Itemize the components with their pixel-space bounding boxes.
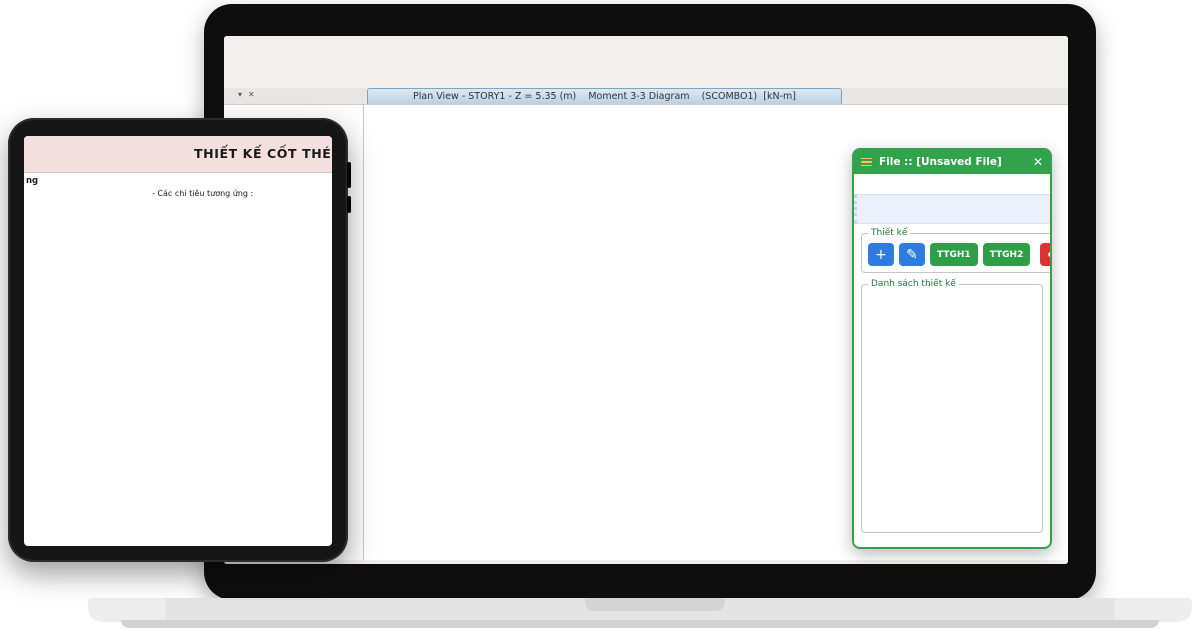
view-tab[interactable]: Plan View - STORY1 - Z = 5.35 (m) Moment… [367,88,842,104]
tablet-volume-button [347,162,351,188]
page: ▾ ✕ Plan View - STORY1 - Z = 5.35 (m) Mo… [0,0,1200,630]
panel-header-controls: ▾ ✕ [238,90,255,99]
laptop-base [88,598,1192,622]
plan-view-canvas[interactable] [350,209,780,564]
ttgh2-button[interactable]: TTGH2 [983,243,1031,266]
plugin-options [861,539,1043,541]
tablet-screen: THIẾT KẾ CỐT THÉP ng - Các chỉ tiêu tươn… [24,136,332,546]
laptop-screen: ▾ ✕ Plan View - STORY1 - Z = 5.35 (m) Mo… [224,36,1068,564]
design-group-label: Thiết kế [868,228,910,238]
laptop-base-notch [585,598,725,611]
delete-button[interactable]: × [1040,243,1052,266]
moment-diagram [350,209,780,564]
design-list [868,294,1036,300]
plugin-title-bar[interactable]: File :: [Unsaved File] ✕ [854,150,1050,174]
plugin-title: File :: [Unsaved File] [879,156,1026,168]
toolbar [224,68,1068,89]
hamburger-icon[interactable] [861,158,872,167]
panel-close-icon[interactable]: ✕ [248,90,255,99]
plugin-toolbar [854,194,1050,224]
plugin-menu-bar [854,174,1050,194]
tablet-power-button [347,196,351,213]
panel-collapse-icon[interactable]: ▾ [238,90,242,99]
plugin-window: File :: [Unsaved File] ✕ Thiết kế + ✎ TT… [852,148,1052,549]
materials-heading-fragment: ng [26,176,38,186]
ttgh1-button[interactable]: TTGH1 [930,243,978,266]
add-button[interactable]: + [868,243,894,266]
tablet-mockup: THIẾT KẾ CỐT THÉP ng - Các chỉ tiêu tươn… [8,118,348,562]
sheet-title: THIẾT KẾ CỐT THÉP [194,146,332,161]
delete-icon: × [1048,249,1052,260]
edit-pencil-button[interactable]: ✎ [899,243,925,266]
sheet-header-band: THIẾT KẾ CỐT THÉP [24,136,332,173]
design-list-label: Danh sách thiết kế [868,279,959,289]
close-icon[interactable]: ✕ [1033,155,1043,169]
etabs-window: ▾ ✕ Plan View - STORY1 - Z = 5.35 (m) Mo… [224,36,1068,564]
tab-strip: ▾ ✕ Plan View - STORY1 - Z = 5.35 (m) Mo… [224,88,1068,105]
design-groupbox: Thiết kế + ✎ TTGH1 TTGH2 × [861,228,1052,273]
criteria-caption: - Các chỉ tiêu tương ứng : [152,189,253,198]
plugin-body: Thiết kế + ✎ TTGH1 TTGH2 × [854,224,1050,547]
design-list-groupbox: Danh sách thiết kế [861,279,1043,533]
